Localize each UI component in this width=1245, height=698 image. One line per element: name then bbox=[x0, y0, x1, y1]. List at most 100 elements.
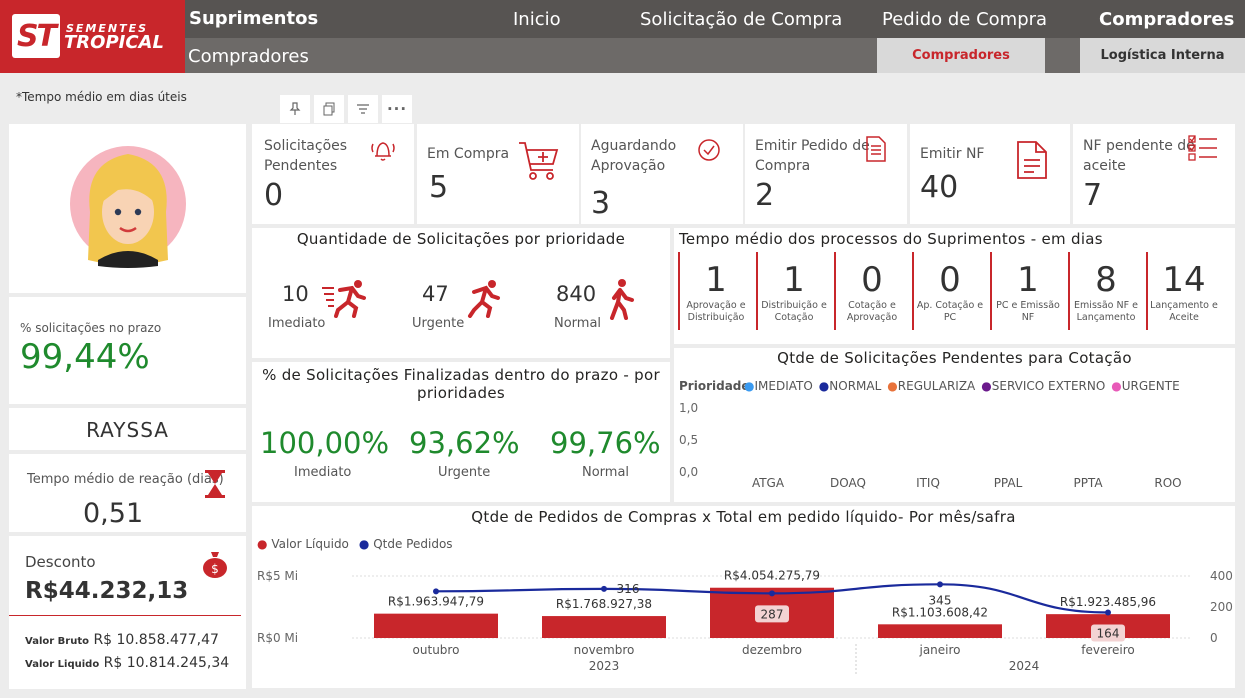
logo-line2: TROPICAL bbox=[64, 32, 164, 53]
avatar bbox=[70, 146, 186, 268]
nav-inicio[interactable]: Inicio bbox=[513, 9, 561, 30]
bar-value-label: R$4.054.275,79 bbox=[724, 569, 820, 583]
finalizadas-urgente-label: Urgente bbox=[438, 465, 491, 480]
finalizadas-imediato-value: 100,00% bbox=[260, 426, 390, 460]
legend-label: URGENTE bbox=[1121, 379, 1180, 393]
bar-value-label: R$1.963.947,79 bbox=[388, 595, 484, 609]
line-point bbox=[601, 585, 607, 592]
legend-item: ●IMEDIATO bbox=[744, 379, 813, 393]
kpi-emitir-nf: Emitir NF 40 bbox=[910, 124, 1070, 224]
bar bbox=[374, 613, 498, 638]
finalizadas-normal-label: Normal bbox=[582, 465, 630, 480]
line-point bbox=[937, 581, 943, 588]
legend-dot: ● bbox=[1111, 379, 1122, 393]
y-tick-left: R$5 Mi bbox=[257, 569, 298, 583]
prazo-label: % solicitações no prazo bbox=[20, 321, 162, 335]
legend-item: ●SERVICO EXTERNO bbox=[981, 379, 1105, 393]
valor-liquido: Valor Liquido R$ 10.814.245,34 bbox=[25, 655, 230, 671]
nav-compradores[interactable]: Compradores bbox=[1099, 9, 1234, 30]
buyer-card: RAYSSA bbox=[9, 408, 246, 450]
x-tick-label: janeiro bbox=[918, 643, 960, 657]
finalizadas-imediato-label: Imediato bbox=[294, 465, 352, 480]
money-bag-icon: $ bbox=[203, 552, 227, 578]
reacao-card: Tempo médio de reação (dias) 0,51 bbox=[9, 454, 246, 532]
document-icon bbox=[1017, 141, 1047, 179]
legend-dot: ● bbox=[744, 379, 755, 393]
runner-fast-icon bbox=[322, 280, 366, 318]
runner-icon bbox=[468, 280, 500, 318]
y-tick-right: 0 bbox=[1210, 631, 1218, 645]
line-value-label: 287 bbox=[761, 607, 784, 621]
prazo-card: % solicitações no prazo 99,44% bbox=[9, 297, 246, 404]
processo-emissao-nf-lancamento: 8 Emissão NF e Lançamento bbox=[1068, 252, 1142, 330]
copy-icon[interactable] bbox=[314, 95, 344, 123]
bar-value-label: R$1.103.608,42 bbox=[892, 605, 988, 619]
normal-count: 840 bbox=[556, 282, 597, 306]
bar-value-label: R$1.768.927,38 bbox=[556, 597, 652, 611]
checklist-icon bbox=[1188, 135, 1217, 161]
processo-lancamento-aceite: 14 Lançamento e Aceite bbox=[1146, 252, 1220, 330]
urgente-count: 47 bbox=[422, 282, 449, 306]
finalizadas-card: % de Solicitações Finalizadas dentro do … bbox=[252, 362, 670, 502]
finalizadas-title: % de Solicitações Finalizadas dentro do … bbox=[262, 366, 660, 402]
x-tick-label: dezembro bbox=[742, 643, 802, 657]
more-icon[interactable]: ··· bbox=[382, 95, 412, 123]
x-tick-label: ATGA bbox=[751, 476, 785, 490]
chart-legend: ●IMEDIATO ●NORMAL ●REGULARIZA ●SERVICO EXTE… bbox=[744, 379, 1180, 393]
x-axis: ATGA DOAQ ITIQ PPAL PPTA ROO bbox=[728, 476, 1228, 492]
x-tick-label: PPAL bbox=[993, 476, 1023, 490]
prioridade-title: Quantidade de Solicitações por prioridad… bbox=[296, 230, 626, 248]
hourglass-icon bbox=[205, 470, 225, 498]
kpi-value: 5 bbox=[429, 170, 449, 205]
processo-distribuicao-cotacao: 1 Distribuição e Cotação bbox=[756, 252, 830, 330]
avatar-card bbox=[9, 124, 246, 293]
normal-label: Normal bbox=[554, 316, 602, 331]
desconto-label: Desconto bbox=[25, 553, 96, 571]
bar bbox=[542, 616, 666, 638]
walker-icon bbox=[610, 279, 634, 320]
y-tick-right: 200 bbox=[1210, 600, 1233, 614]
brand-logo: ST SEMENTES TROPICAL bbox=[0, 0, 185, 73]
legend-label: IMEDIATO bbox=[754, 379, 813, 393]
legend-label: SERVICO EXTERNO bbox=[991, 379, 1106, 393]
x-tick-label: PPTA bbox=[1073, 476, 1103, 490]
y-tick: 0,0 bbox=[679, 465, 699, 479]
page-title: Compradores bbox=[188, 46, 309, 67]
imediato-count: 10 bbox=[282, 282, 309, 306]
finalizadas-normal-value: 99,76% bbox=[550, 426, 661, 460]
line-value-label: 345 bbox=[929, 593, 952, 607]
nav-solicitacao-compra[interactable]: Solicitação de Compra bbox=[640, 9, 842, 30]
section-title: Suprimentos bbox=[189, 8, 319, 29]
kpi-value: 2 bbox=[755, 178, 775, 213]
x-tick-label: ROO bbox=[1154, 476, 1182, 490]
reacao-label: Tempo médio de reação (dias) bbox=[27, 472, 224, 487]
line-point bbox=[1105, 609, 1111, 616]
tab-compradores[interactable]: Compradores bbox=[877, 38, 1045, 73]
kpi-em-compra: Em Compra 5 bbox=[417, 124, 579, 224]
prioridade-card: Quantidade de Solicitações por prioridad… bbox=[252, 228, 670, 358]
legend-item: ●REGULARIZA bbox=[887, 379, 975, 393]
pedidos-chart: Qtde de Pedidos de Compras x Total em pe… bbox=[252, 506, 1235, 688]
svg-text:$: $ bbox=[211, 562, 219, 576]
valor-bruto: Valor Bruto R$ 10.858.477,47 bbox=[25, 632, 219, 648]
y-tick-left: R$0 Mi bbox=[257, 631, 298, 645]
processos-title: Tempo médio dos processos do Suprimentos… bbox=[679, 230, 1103, 248]
tab-logistica-interna[interactable]: Logística Interna bbox=[1080, 38, 1245, 73]
legend-item: ●NORMAL bbox=[819, 379, 882, 393]
cart-icon bbox=[519, 142, 559, 180]
x-tick-label: ITIQ bbox=[916, 476, 940, 490]
kpi-value: 3 bbox=[591, 186, 611, 221]
processo-pc-emissao-nf: 1 PC e Emissão NF bbox=[990, 252, 1064, 330]
y-tick: 0,5 bbox=[679, 433, 699, 447]
legend-label: REGULARIZA bbox=[897, 379, 976, 393]
x-tick-label: DOAQ bbox=[830, 476, 866, 490]
desconto-card: Desconto R$44.232,13 $ Valor Bruto R$ 10… bbox=[9, 536, 246, 689]
y-tick: 1,0 bbox=[679, 401, 699, 415]
x-tick-label: outubro bbox=[413, 643, 460, 657]
desconto-value: R$44.232,13 bbox=[25, 578, 189, 604]
pin-icon[interactable] bbox=[280, 95, 310, 123]
legend-label: NORMAL bbox=[829, 379, 882, 393]
filter-icon[interactable] bbox=[348, 95, 378, 123]
nav-pedido-compra[interactable]: Pedido de Compra bbox=[882, 9, 1047, 30]
document-list-icon bbox=[866, 136, 886, 162]
